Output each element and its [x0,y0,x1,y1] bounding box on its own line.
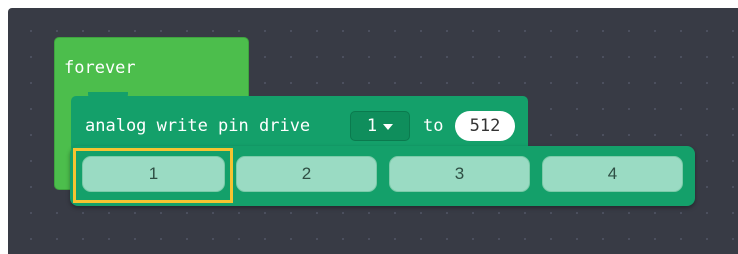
to-label: to [423,116,444,136]
chevron-down-icon [383,124,394,130]
forever-block-label: forever [64,58,136,78]
pin-option-2[interactable]: 2 [236,156,377,192]
pin-option-1[interactable]: 1 [82,156,225,192]
analog-write-block-label: analog write pin drive [85,116,311,136]
pin-option-4[interactable]: 4 [542,156,683,192]
pin-dropdown[interactable]: 1 [350,111,410,141]
pin-dropdown-value: 1 [366,116,378,136]
value-input[interactable]: 512 [455,111,515,141]
pin-option-3[interactable]: 3 [389,156,530,192]
